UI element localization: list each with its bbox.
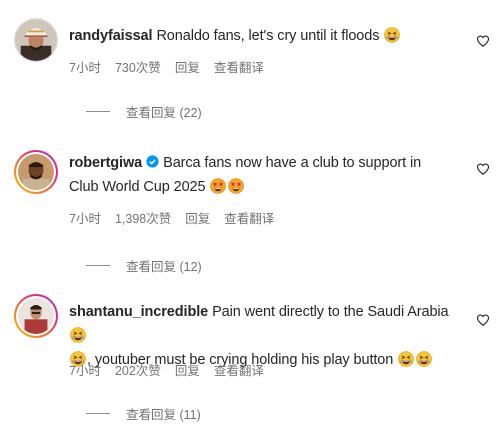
replies-divider — [86, 265, 110, 266]
avatar-man-portrait-icon — [18, 298, 54, 334]
heart-outline-icon[interactable] — [476, 313, 490, 327]
replies-divider — [86, 111, 110, 112]
comment-meta: 7小时 202次赞 回复 查看翻译 — [69, 360, 264, 379]
comment-body: Ronaldo fans, let's cry until it floods — [156, 28, 380, 44]
user-avatar[interactable] — [14, 18, 58, 62]
comment-item: randyfaissal Ronaldo fans, let's cry unti… — [0, 0, 500, 146]
see-translation-button[interactable]: 查看翻译 — [214, 360, 264, 379]
timestamp: 7小时 — [69, 61, 101, 75]
view-replies-button[interactable]: 查看回复 (11) — [86, 404, 201, 423]
see-translation-button[interactable]: 查看翻译 — [224, 208, 274, 227]
reply-button[interactable]: 回复 — [175, 360, 200, 379]
comment-meta: 7小时 1,398次赞 回复 查看翻译 — [69, 208, 274, 227]
view-replies-label: 查看回复 (12) — [126, 260, 202, 274]
star-struck-face-icon — [228, 178, 244, 194]
user-avatar[interactable] — [14, 294, 58, 338]
reply-button[interactable]: 回复 — [175, 57, 200, 76]
timestamp: 7小时 — [69, 364, 101, 378]
like-count[interactable]: 1,398次赞 — [115, 208, 171, 227]
view-replies-label: 查看回复 (22) — [126, 106, 202, 120]
like-count[interactable]: 202次赞 — [115, 360, 161, 379]
timestamp: 7小时 — [69, 212, 101, 226]
avatar-man-headdress-icon — [15, 19, 57, 61]
see-translation-button[interactable]: 查看翻译 — [214, 57, 264, 76]
username-link[interactable]: robertgiwa — [69, 155, 142, 171]
replies-divider — [86, 413, 110, 414]
heart-outline-icon[interactable] — [476, 34, 490, 48]
grinning-squinting-face-icon — [384, 27, 400, 43]
view-replies-button[interactable]: 查看回复 (22) — [86, 102, 202, 121]
like-count[interactable]: 730次赞 — [115, 57, 161, 76]
heart-outline-icon[interactable] — [476, 162, 490, 176]
view-replies-label: 查看回复 (11) — [126, 408, 201, 422]
username-link[interactable]: shantanu_incredible — [69, 304, 208, 320]
reply-button[interactable]: 回复 — [185, 208, 210, 227]
grinning-squinting-face-icon — [398, 351, 414, 367]
comment-text: robertgiwa Barca fans now have a club to … — [69, 151, 454, 199]
star-struck-face-icon — [210, 178, 226, 194]
verified-badge-icon — [146, 155, 159, 168]
avatar-man-portrait-icon — [18, 154, 54, 190]
comment-item: robertgiwa Barca fans now have a club to … — [0, 146, 500, 284]
user-avatar[interactable] — [14, 150, 58, 194]
grinning-squinting-face-icon — [416, 351, 432, 367]
comment-item: shantanu_incredible Pain went directly to… — [0, 284, 500, 440]
username-link[interactable]: randyfaissal — [69, 28, 153, 44]
grinning-squinting-face-icon — [70, 327, 86, 343]
comment-text: randyfaissal Ronaldo fans, let's cry unti… — [69, 24, 454, 48]
comment-body: Pain went directly to the Saudi Arabia — [212, 304, 449, 320]
comment-meta: 7小时 730次赞 回复 查看翻译 — [69, 57, 264, 76]
view-replies-button[interactable]: 查看回复 (12) — [86, 256, 202, 275]
